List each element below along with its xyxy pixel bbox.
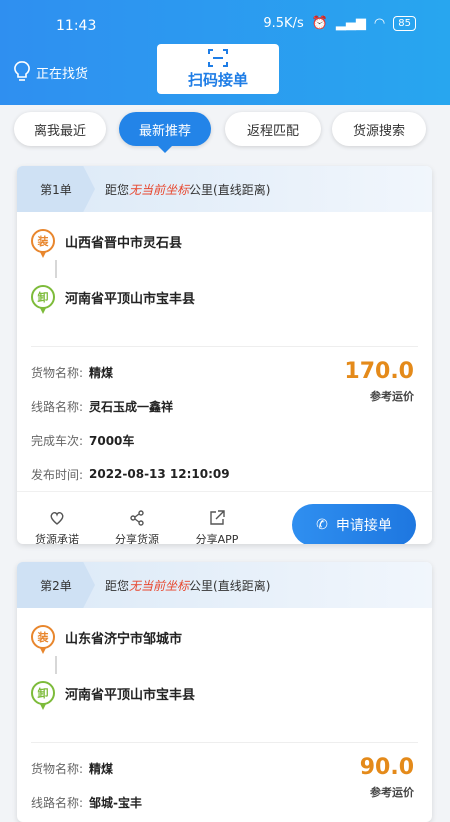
wifi-icon: ◠ — [373, 16, 386, 31]
battery-icon: 85 — [393, 16, 416, 31]
info-key: 发布时间: — [31, 467, 84, 482]
route-connector — [55, 656, 57, 674]
tab-nearest[interactable]: 离我最近 — [14, 112, 106, 146]
filter-tabs: 离我最近 最新推荐 返程匹配 货源搜索 — [0, 108, 450, 156]
load-pin-icon: 装 — [31, 229, 55, 258]
info-value: 精煤 — [89, 761, 114, 776]
tab-label: 离我最近 — [33, 123, 86, 139]
price-value: 90.0 — [359, 755, 414, 780]
info-value: 7000车 — [89, 433, 135, 448]
distance-prefix: 距您 — [105, 183, 130, 197]
route: 装 山西省晋中市灵石县 卸 河南省平顶山市宝丰县 — [17, 212, 432, 346]
card-actions: 货源承诺 分享货源 分享APP ✆ 申请接单 — [17, 491, 432, 544]
distance-text: 距您无当前坐标公里(直线距离) — [105, 181, 270, 198]
tab-label: 最新推荐 — [138, 123, 191, 139]
distance-text: 距您无当前坐标公里(直线距离) — [105, 577, 270, 594]
distance-suffix: 公里(直线距离) — [189, 183, 271, 197]
load-pin-icon: 装 — [31, 625, 55, 654]
card-header: 第1单 距您无当前坐标公里(直线距离) — [17, 166, 432, 212]
price-caption: 参考运价 — [370, 786, 414, 799]
info-value: 2022-08-13 12:10:09 — [89, 467, 230, 481]
card-header: 第2单 距您无当前坐标公里(直线距离) — [17, 562, 432, 608]
phone-icon: ✆ — [316, 517, 328, 533]
external-share-icon — [210, 510, 225, 525]
order-number: 第2单 — [17, 562, 95, 608]
info-key: 货物名称: — [31, 761, 84, 776]
action-label: 分享货源 — [115, 533, 159, 544]
price-caption: 参考运价 — [370, 390, 414, 403]
info-value: 邹城-宝丰 — [89, 795, 142, 810]
load-stop: 装 山西省晋中市灵石县 — [31, 222, 418, 260]
load-place: 山西省晋中市灵石县 — [65, 235, 183, 251]
share-cargo-button[interactable]: 分享货源 — [97, 509, 177, 544]
price-value: 170.0 — [344, 359, 414, 384]
status-bar: 11:43 9.5K/s ⏰ ▂▄▆ ◠ 85 — [0, 0, 450, 40]
unload-pin-icon: 卸 — [31, 681, 55, 710]
signal-icon: ▂▄▆ — [335, 16, 366, 31]
finding-label: 正在找货 — [36, 66, 89, 82]
distance-highlight: 无当前坐标 — [129, 579, 190, 593]
cargo-card[interactable]: 第2单 距您无当前坐标公里(直线距离) 装 山东省济宁市邹城市 卸 河南省平顶山… — [17, 562, 432, 822]
info-value: 精煤 — [89, 365, 114, 380]
unload-stop: 卸 河南省平顶山市宝丰县 — [31, 674, 418, 712]
alarm-icon: ⏰ — [311, 16, 328, 31]
share-app-button[interactable]: 分享APP — [177, 509, 257, 544]
info-row: 发布时间: 2022-08-13 12:10:09 — [31, 457, 418, 491]
tab-latest-recommend[interactable]: 最新推荐 — [119, 112, 211, 153]
apply-order-button[interactable]: ✆ 申请接单 — [292, 504, 416, 544]
price-block: 170.0 参考运价 — [344, 359, 414, 404]
info-row: 完成车次: 7000车 — [31, 423, 418, 457]
cargo-card[interactable]: 第1单 距您无当前坐标公里(直线距离) 装 山西省晋中市灵石县 卸 河南省平顶山… — [17, 166, 432, 544]
distance-highlight: 无当前坐标 — [129, 183, 190, 197]
load-place: 山东省济宁市邹城市 — [65, 631, 183, 647]
order-number: 第1单 — [17, 166, 95, 212]
tab-return-match[interactable]: 返程匹配 — [225, 112, 321, 146]
scan-order-button[interactable]: 扫码接单 — [157, 44, 279, 94]
tab-label: 货源搜索 — [352, 123, 405, 139]
route: 装 山东省济宁市邹城市 卸 河南省平顶山市宝丰县 — [17, 608, 432, 742]
lightbulb-icon — [14, 61, 30, 81]
action-label: 分享APP — [195, 533, 239, 544]
cargo-info: 货物名称: 精煤 线路名称: 邹城-宝丰 90.0 参考运价 — [17, 743, 432, 819]
info-key: 完成车次: — [31, 433, 84, 448]
cargo-promise-button[interactable]: 货源承诺 — [17, 509, 97, 544]
share-icon — [130, 510, 144, 526]
apply-label: 申请接单 — [335, 518, 392, 534]
price-block: 90.0 参考运价 — [360, 755, 414, 800]
finding-cargo-toggle[interactable]: 正在找货 — [14, 61, 88, 83]
unload-place: 河南省平顶山市宝丰县 — [65, 291, 196, 307]
distance-suffix: 公里(直线距离) — [189, 579, 271, 593]
load-stop: 装 山东省济宁市邹城市 — [31, 618, 418, 656]
app-header: 正在找货 扫码接单 — [0, 40, 450, 105]
heart-hand-icon — [50, 511, 64, 525]
info-key: 货物名称: — [31, 365, 84, 380]
unload-place: 河南省平顶山市宝丰县 — [65, 687, 196, 703]
tab-label: 返程匹配 — [246, 123, 299, 139]
info-key: 线路名称: — [31, 399, 84, 414]
route-connector — [55, 260, 57, 278]
status-time: 11:43 — [56, 18, 97, 34]
status-indicators: 9.5K/s ⏰ ▂▄▆ ◠ 85 — [263, 16, 416, 31]
action-label: 货源承诺 — [35, 533, 79, 544]
unload-pin-icon: 卸 — [31, 285, 55, 314]
distance-prefix: 距您 — [105, 579, 130, 593]
scan-icon — [208, 48, 228, 67]
cargo-info: 货物名称: 精煤 线路名称: 灵石玉成一鑫祥 完成车次: 7000车 发布时间: 202… — [17, 347, 432, 491]
info-key: 线路名称: — [31, 795, 84, 810]
net-speed: 9.5K/s — [263, 16, 304, 31]
scan-order-label: 扫码接单 — [187, 70, 248, 89]
tab-cargo-search[interactable]: 货源搜索 — [332, 112, 426, 146]
info-value: 灵石玉成一鑫祥 — [89, 399, 174, 414]
unload-stop: 卸 河南省平顶山市宝丰县 — [31, 278, 418, 316]
